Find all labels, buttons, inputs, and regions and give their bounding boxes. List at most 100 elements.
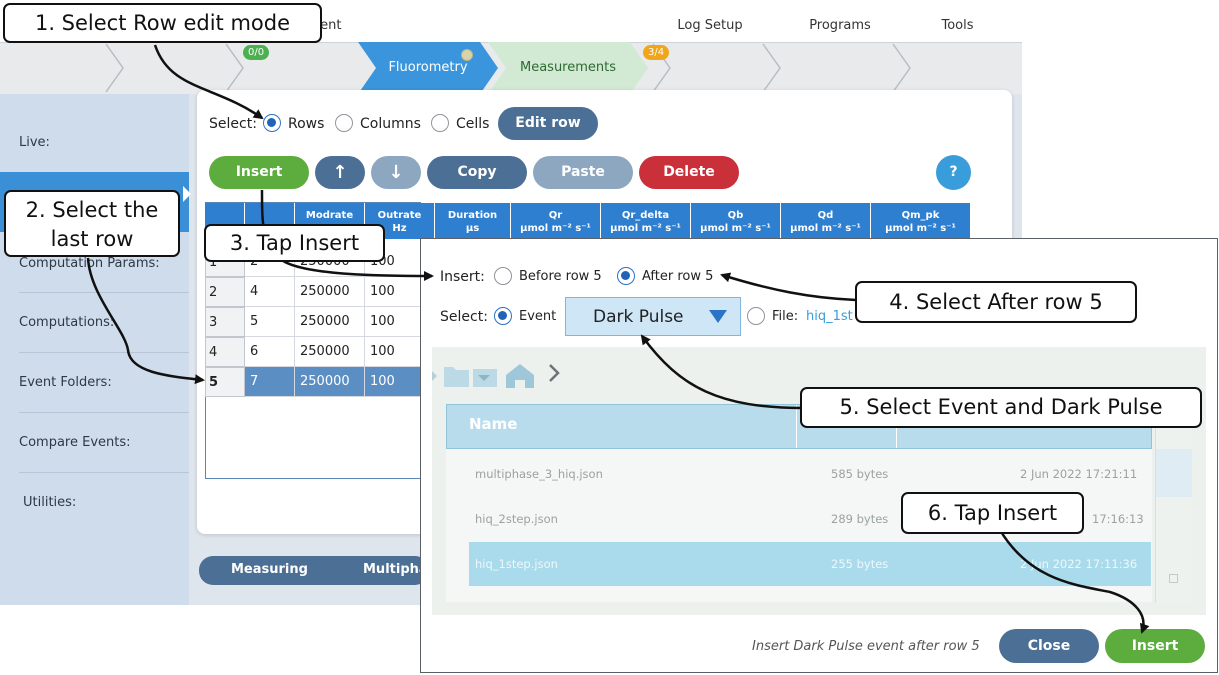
paste-button[interactable]: Paste bbox=[533, 156, 633, 189]
sidebar-item-event-folders[interactable]: Event Folders: bbox=[19, 375, 189, 390]
chevron-right-icon bbox=[549, 364, 560, 382]
copy-button[interactable]: Copy bbox=[427, 156, 527, 189]
edit-row-button[interactable]: Edit row bbox=[498, 107, 598, 140]
file-date: 2 Jun 2022 17:11:36 bbox=[1020, 557, 1138, 571]
columns-radio[interactable] bbox=[335, 114, 353, 132]
file-size: 255 bytes bbox=[831, 557, 889, 571]
file-name: hiq_1step.json bbox=[475, 557, 558, 571]
folder-icon bbox=[444, 367, 469, 387]
event-dropdown-value: Dark Pulse bbox=[593, 307, 684, 327]
table-cell[interactable]: 6 bbox=[245, 337, 295, 367]
file-name: multiphase_3_hiq.json bbox=[475, 467, 603, 481]
row-number[interactable]: 2 bbox=[205, 277, 245, 307]
table-cell-selected[interactable]: 250000 bbox=[295, 367, 365, 397]
sidebar-divider bbox=[19, 352, 189, 353]
mode-multiphase[interactable]: Multipha bbox=[363, 562, 428, 577]
file-row[interactable]: multiphase_3_hiq.json 585 bytes 2 Jun 20… bbox=[469, 458, 1151, 488]
table-header-qb[interactable]: Qb µmol m⁻² s⁻¹ bbox=[691, 203, 781, 239]
file-row-selected[interactable]: hiq_1step.json 255 bytes 2 Jun 2022 17:1… bbox=[469, 542, 1151, 586]
table-cell[interactable]: 250000 bbox=[295, 307, 365, 337]
table-header-qm-pk[interactable]: Qm_pk µmol m⁻² s⁻¹ bbox=[871, 203, 971, 239]
sidebar-item-utilities[interactable]: Utilities: bbox=[23, 495, 193, 510]
table-header-qd[interactable]: Qd µmol m⁻² s⁻¹ bbox=[781, 203, 871, 239]
callout-step-3: 3. Tap Insert bbox=[204, 224, 385, 262]
event-radio[interactable] bbox=[494, 307, 512, 325]
tab-tools[interactable]: Tools bbox=[905, 0, 1010, 52]
table-cell[interactable]: 100 bbox=[365, 307, 421, 337]
after-row-radio[interactable] bbox=[617, 267, 635, 285]
callout-step-1: 1. Select Row edit mode bbox=[3, 3, 322, 43]
nav-chevron-icon bbox=[892, 43, 911, 93]
columns-label: Columns bbox=[360, 116, 421, 132]
cells-label: Cells bbox=[456, 116, 490, 132]
table-cell[interactable]: 250000 bbox=[295, 277, 365, 307]
table-header-qr[interactable]: Qr µmol m⁻² s⁻¹ bbox=[511, 203, 601, 239]
sidebar-item-compare-events[interactable]: Compare Events: bbox=[19, 435, 189, 450]
callout-step-6: 6. Tap Insert bbox=[901, 492, 1084, 534]
insert-button[interactable]: Insert bbox=[209, 156, 309, 189]
delete-button[interactable]: Delete bbox=[639, 156, 739, 189]
sidebar-divider bbox=[19, 412, 189, 413]
table-cell[interactable]: 5 bbox=[245, 307, 295, 337]
column-divider bbox=[796, 405, 797, 448]
insert-status-text: Insert Dark Pulse event after row 5 bbox=[752, 639, 980, 654]
scrollbar-checkbox[interactable] bbox=[1169, 574, 1178, 583]
event-dropdown[interactable]: Dark Pulse bbox=[565, 297, 741, 336]
environment-badge: 0/0 bbox=[243, 45, 270, 60]
move-down-button[interactable]: ↓ bbox=[371, 156, 421, 189]
nav-chevron-icon bbox=[762, 43, 781, 93]
file-radio[interactable] bbox=[747, 307, 765, 325]
event-label: Event bbox=[519, 309, 557, 324]
table-cell[interactable]: 100 bbox=[365, 337, 421, 367]
file-size: 585 bytes bbox=[831, 467, 889, 481]
file-date: 2 Jun 2022 17:21:11 bbox=[1020, 467, 1138, 481]
close-button[interactable]: Close bbox=[999, 629, 1099, 663]
callout-step-4: 4. Select After row 5 bbox=[855, 281, 1137, 323]
tab-programs[interactable]: Programs bbox=[785, 0, 895, 52]
folder-toolbar bbox=[432, 364, 560, 388]
file-date: 17:16:13 bbox=[1092, 512, 1144, 526]
sidebar bbox=[0, 94, 189, 605]
cells-radio[interactable] bbox=[431, 114, 449, 132]
sidebar-divider bbox=[19, 472, 189, 473]
table-cell-selected[interactable]: 100 bbox=[365, 367, 421, 397]
mode-measuring[interactable]: Measuring bbox=[231, 562, 308, 577]
table-cell[interactable]: 4 bbox=[245, 277, 295, 307]
scrollbar-thumb[interactable] bbox=[1156, 449, 1192, 497]
callout-step-2-line2: last row bbox=[50, 227, 134, 251]
bottom-mode-bar: Measuring Multipha bbox=[199, 556, 429, 585]
table-header-qr-delta[interactable]: Qr_delta µmol m⁻² s⁻¹ bbox=[601, 203, 691, 239]
after-row-label: After row 5 bbox=[642, 269, 714, 284]
sidebar-selected-pointer bbox=[183, 186, 191, 202]
callout-step-2-line1: 2. Select the bbox=[25, 198, 159, 222]
rows-label: Rows bbox=[288, 116, 325, 132]
home-icon bbox=[506, 364, 534, 388]
move-up-button[interactable]: ↑ bbox=[315, 156, 365, 189]
tab-measurements[interactable]: Measurements bbox=[488, 42, 648, 94]
before-row-radio[interactable] bbox=[494, 267, 512, 285]
dialog-select-label: Select: bbox=[440, 309, 488, 325]
sidebar-item-computation-params[interactable]: Computation Params: bbox=[19, 256, 189, 271]
sidebar-item-computations[interactable]: Computations: bbox=[19, 315, 189, 330]
nav-chevron-icon bbox=[105, 43, 124, 93]
table-cell[interactable]: 250000 bbox=[295, 337, 365, 367]
row-number[interactable]: 3 bbox=[205, 307, 245, 337]
sidebar-divider bbox=[19, 292, 189, 293]
row-number-selected[interactable]: 5 bbox=[205, 367, 245, 397]
fluorometry-status-dot bbox=[461, 49, 473, 61]
callout-step-5: 5. Select Event and Dark Pulse bbox=[800, 387, 1202, 428]
table-cell-selected[interactable]: 7 bbox=[245, 367, 295, 397]
help-icon[interactable]: ? bbox=[936, 155, 971, 190]
row-number[interactable]: 4 bbox=[205, 337, 245, 367]
select-label: Select: bbox=[209, 116, 257, 132]
callout-step-2: 2. Select the last row bbox=[4, 190, 180, 257]
name-column-header[interactable]: Name bbox=[469, 415, 517, 433]
tab-fluorometry[interactable]: Fluorometry bbox=[358, 42, 498, 94]
sidebar-item-live[interactable]: Live: bbox=[19, 135, 189, 150]
log-setup-badge: 3/4 bbox=[643, 45, 670, 60]
table-cell[interactable]: 100 bbox=[365, 277, 421, 307]
rows-radio[interactable] bbox=[263, 114, 281, 132]
table-header-duration[interactable]: Duration µs bbox=[435, 203, 511, 239]
file-list-scrollbar[interactable] bbox=[1155, 404, 1192, 602]
dialog-insert-button[interactable]: Insert bbox=[1105, 629, 1205, 663]
